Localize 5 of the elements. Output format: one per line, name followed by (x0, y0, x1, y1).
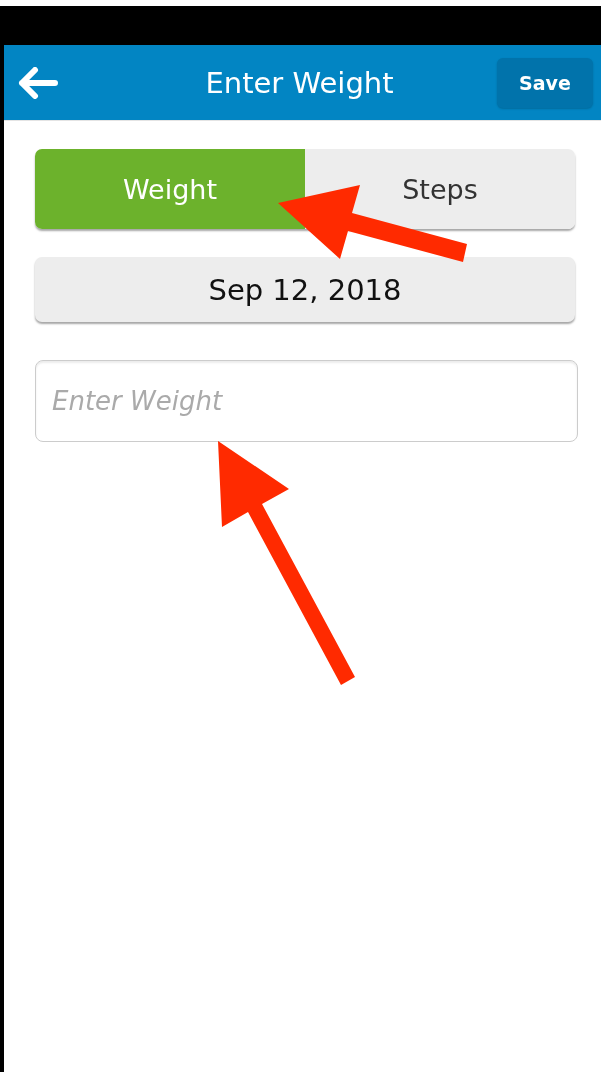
weight-input-field[interactable]: Enter Weight (35, 360, 578, 442)
save-button[interactable]: Save (497, 57, 593, 108)
back-arrow-icon[interactable] (18, 66, 58, 99)
date-button[interactable]: Sep 12, 2018 (35, 257, 575, 322)
screen-title: Enter Weight (204, 65, 395, 100)
